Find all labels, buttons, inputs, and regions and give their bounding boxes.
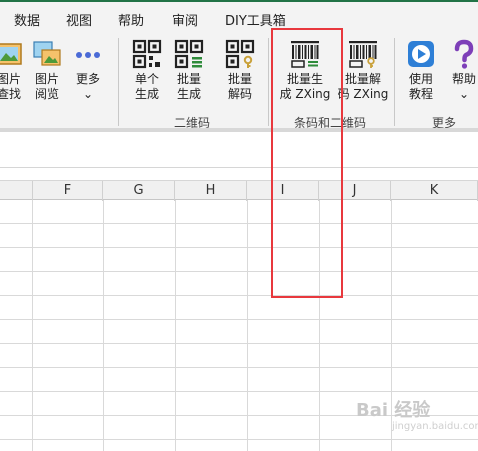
tab-help[interactable]: 帮助 bbox=[118, 10, 144, 29]
batch-decode-button[interactable]: 批量 解码 bbox=[220, 34, 260, 106]
column-header-h[interactable]: H bbox=[175, 181, 247, 201]
grid-column-line bbox=[247, 200, 248, 451]
image-find-button[interactable]: 图片 查找 bbox=[0, 34, 28, 106]
qrcode-batch-icon bbox=[174, 39, 204, 69]
group-divider bbox=[268, 38, 269, 126]
qrcode-icon bbox=[132, 39, 162, 69]
ribbon-tab-bar: 数据 视图 帮助 审阅 DIY工具箱 bbox=[0, 0, 478, 34]
grid-column-line bbox=[32, 200, 33, 451]
grid-row-line bbox=[0, 223, 478, 224]
tab-review[interactable]: 审阅 bbox=[172, 10, 198, 29]
play-icon bbox=[408, 41, 434, 67]
help-label: 帮助 ⌄ bbox=[451, 72, 476, 101]
grid-row-line bbox=[0, 391, 478, 392]
tab-data[interactable]: 数据 bbox=[14, 10, 40, 29]
tutorial-button[interactable]: 使用 教程 bbox=[402, 34, 440, 106]
batch-generate-button[interactable]: 批量 生成 bbox=[170, 34, 208, 106]
tab-view[interactable]: 视图 bbox=[66, 10, 92, 29]
tutorial-label: 使用 教程 bbox=[408, 72, 433, 101]
single-generate-label: 单个 生成 bbox=[134, 72, 159, 101]
column-header-row: F G H I J K bbox=[0, 180, 478, 201]
image-find-label: 图片 查找 bbox=[0, 72, 21, 101]
image-view-label: 图片 阅览 bbox=[34, 72, 59, 101]
batch-decode-label: 批量 解码 bbox=[227, 72, 252, 101]
barcode-decode-icon bbox=[349, 41, 377, 68]
group-divider bbox=[394, 38, 395, 126]
image-gallery-icon bbox=[33, 41, 61, 66]
formula-bar-area[interactable] bbox=[0, 132, 478, 180]
ellipsis-icon bbox=[76, 52, 100, 58]
column-header-f[interactable]: F bbox=[33, 181, 103, 201]
batch-decode-zxing-label: 批量解 码 ZXing bbox=[337, 72, 389, 101]
tab-diy-toolbox[interactable]: DIY工具箱 bbox=[225, 10, 286, 29]
grid-row-line bbox=[0, 343, 478, 344]
ribbon: 图片 查找 图片 阅览 更多 ⌄ 单个 生成 批量 生成 批量 解码 二维码 批… bbox=[0, 34, 478, 130]
grid-row-line bbox=[0, 295, 478, 296]
highlight-annotation-box bbox=[271, 28, 343, 298]
group-divider bbox=[118, 38, 119, 126]
column-header-k[interactable]: K bbox=[391, 181, 478, 201]
grid-row-line bbox=[0, 247, 478, 248]
grid-column-line bbox=[103, 200, 104, 451]
batch-decode-zxing-button[interactable]: 批量解 码 ZXing bbox=[336, 34, 390, 106]
image-search-icon bbox=[0, 43, 22, 65]
column-header-g[interactable]: G bbox=[103, 181, 175, 201]
grid-row-line bbox=[0, 319, 478, 320]
grid-row-line bbox=[0, 439, 478, 440]
batch-generate-label: 批量 生成 bbox=[176, 72, 201, 101]
more-button[interactable]: 更多 ⌄ bbox=[70, 34, 106, 106]
grid-column-line bbox=[175, 200, 176, 451]
qrcode-decode-icon bbox=[225, 39, 255, 69]
column-header-e[interactable] bbox=[0, 181, 33, 201]
question-mark-icon bbox=[454, 39, 474, 69]
grid-row-line bbox=[0, 271, 478, 272]
more-label: 更多 ⌄ bbox=[75, 72, 100, 101]
watermark: Bai 经验 bbox=[356, 400, 431, 421]
image-view-button[interactable]: 图片 阅览 bbox=[30, 34, 64, 106]
watermark-url: jingyan.baidu.com bbox=[392, 421, 478, 432]
help-button[interactable]: 帮助 ⌄ bbox=[446, 34, 478, 106]
grid-row-line bbox=[0, 367, 478, 368]
formula-bar-divider bbox=[0, 167, 478, 168]
single-generate-button[interactable]: 单个 生成 bbox=[128, 34, 166, 106]
